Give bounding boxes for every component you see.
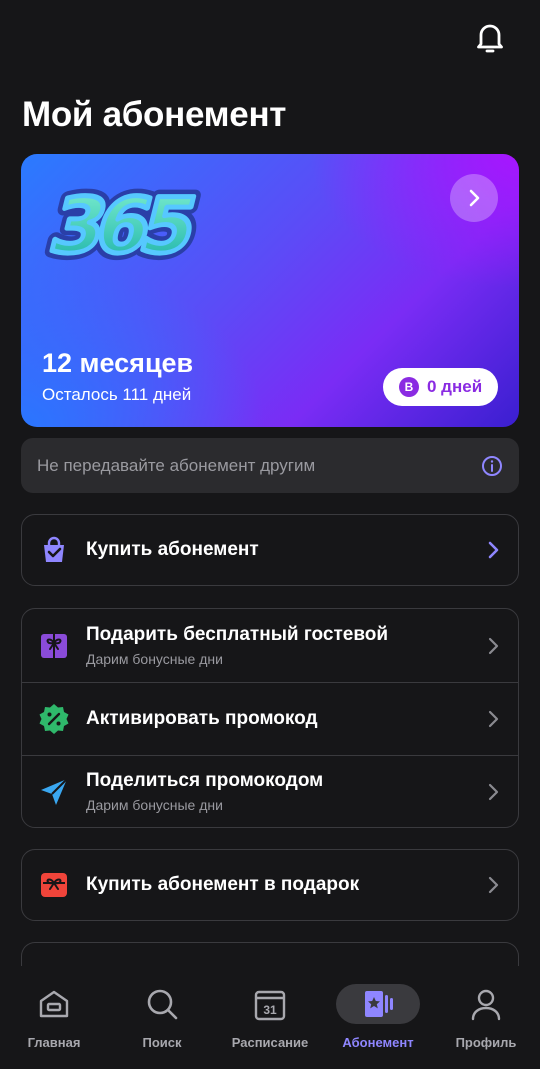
send-icon [38, 776, 70, 808]
gift-subscription-label: Купить абонемент в подарок [86, 874, 360, 895]
subscription-duration: 12 месяцев [42, 348, 194, 378]
days-remaining: Осталось 111 дней [42, 385, 192, 404]
percent-badge-icon [38, 703, 70, 735]
chevron-right-icon [484, 710, 502, 728]
bonus-days-value: 0 дней [427, 377, 483, 396]
chevron-right-icon [469, 189, 480, 207]
tab-search[interactable]: Поиск [108, 966, 216, 1069]
activate-promo-row[interactable]: Активировать промокод [22, 682, 518, 755]
bonus-days-badge[interactable]: B 0 дней [383, 368, 498, 406]
notice-text: Не передавайте абонемент другим [37, 455, 316, 475]
notifications-button[interactable] [468, 16, 512, 60]
bottom-tab-bar: Главная Поиск 31 Расписание Абонемент Пр… [0, 966, 540, 1069]
chevron-right-icon [484, 541, 502, 559]
activate-promo-label: Активировать промокод [86, 708, 318, 729]
chevron-right-icon [484, 783, 502, 801]
svg-text:31: 31 [263, 1003, 277, 1017]
share-promo-row[interactable]: Поделиться промокодом Дарим бонусные дни [22, 755, 518, 827]
gift-icon [38, 630, 70, 662]
profile-icon [444, 984, 528, 1024]
gift-guest-subtitle: Дарим бонусные дни [86, 651, 223, 667]
share-promo-subtitle: Дарим бонусные дни [86, 797, 223, 813]
gift-box-icon [38, 869, 70, 901]
buy-subscription-label: Купить абонемент [86, 539, 259, 560]
tab-schedule-label: Расписание [231, 1035, 309, 1050]
tab-profile[interactable]: Профиль [432, 966, 540, 1069]
gift-subscription-group: Купить абонемент в подарок [21, 849, 519, 921]
svg-text:365: 365 [42, 182, 202, 271]
buy-subscription-row[interactable]: Купить абонемент [22, 515, 518, 585]
tab-search-label: Поиск [142, 1035, 182, 1050]
tab-subscription[interactable]: Абонемент [324, 966, 432, 1069]
logo-365: 365 365 [39, 175, 209, 275]
subscription-card[interactable]: 365 365 12 месяцев Осталось 111 дней B 0… [21, 154, 519, 427]
gift-guest-row[interactable]: Подарить бесплатный гостевой Дарим бонус… [22, 609, 518, 682]
tab-profile-label: Профиль [455, 1035, 517, 1050]
membership-card-icon [336, 984, 420, 1024]
tab-home[interactable]: Главная [0, 966, 108, 1069]
calendar-icon: 31 [228, 984, 312, 1024]
chevron-right-icon [484, 637, 502, 655]
sharing-notice: Не передавайте абонемент другим [21, 438, 519, 493]
chevron-right-icon [484, 876, 502, 894]
info-icon[interactable] [481, 455, 503, 477]
tab-schedule[interactable]: 31 Расписание [216, 966, 324, 1069]
home-icon [12, 984, 96, 1024]
card-open-button[interactable] [450, 174, 498, 222]
buy-subscription-group: Купить абонемент [21, 514, 519, 586]
bonus-currency-icon: B [399, 377, 419, 397]
tab-subscription-label: Абонемент [342, 1035, 414, 1050]
share-promo-label: Поделиться промокодом [86, 770, 324, 791]
promo-actions-group: Подарить бесплатный гостевой Дарим бонус… [21, 608, 519, 828]
bell-icon [477, 24, 503, 53]
shopping-bag-icon [38, 534, 70, 566]
gift-guest-label: Подарить бесплатный гостевой [86, 624, 389, 645]
search-icon [120, 984, 204, 1024]
page-title: Мой абонемент [22, 95, 287, 134]
gift-subscription-row[interactable]: Купить абонемент в подарок [22, 850, 518, 920]
tab-home-label: Главная [27, 1035, 81, 1050]
